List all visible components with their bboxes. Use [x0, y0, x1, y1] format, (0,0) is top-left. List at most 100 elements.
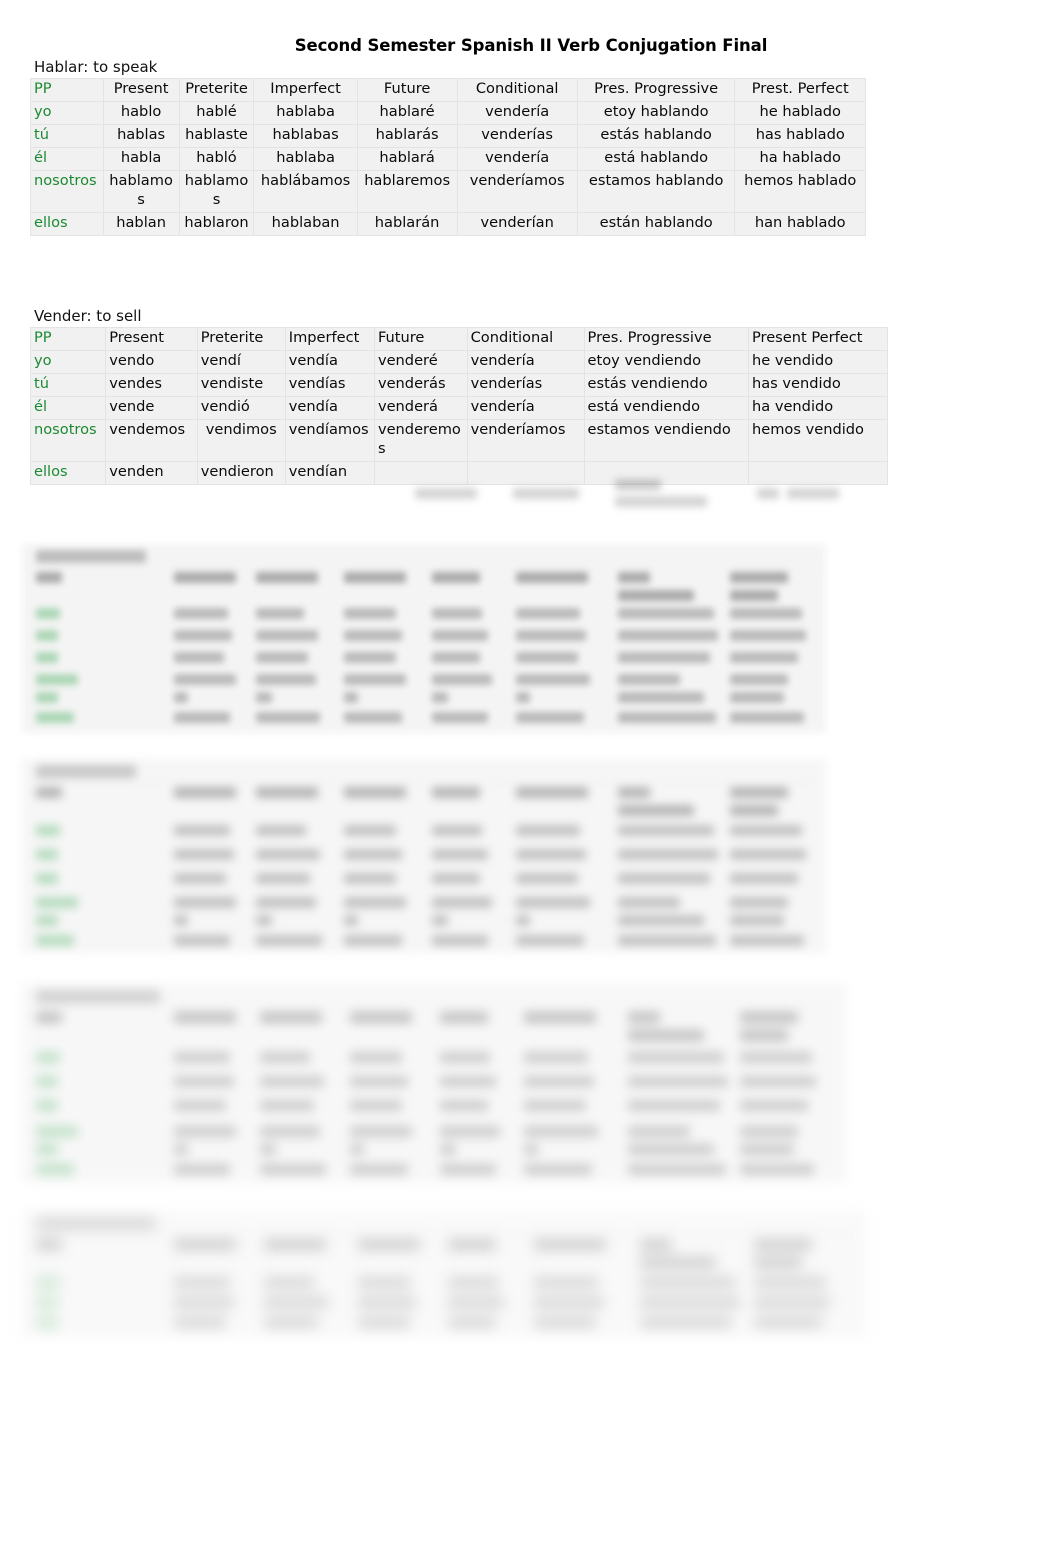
- cell-progressive: estás vendiendo: [583, 372, 749, 397]
- cell-preterite: vendiste: [196, 372, 286, 397]
- cell-preterite: hablé: [178, 100, 255, 125]
- verb-table-hablar: PP Present Preterite Imperfect Future Co…: [30, 78, 866, 236]
- cell-preterite: vendí: [196, 349, 286, 374]
- column-header-pres-progressive: Pres. Progressive: [576, 78, 736, 102]
- column-header-future: Future: [373, 327, 468, 351]
- verb-table-5-obscured: [23, 985, 845, 1182]
- cell-progressive: están hablando: [576, 211, 736, 236]
- cell-future: hablará: [356, 146, 458, 171]
- cell-pronoun: ellos: [30, 211, 104, 236]
- cell-imperfect: vendía: [284, 395, 375, 420]
- column-header-pp: PP: [29, 327, 107, 351]
- cell-pronoun: nosotros: [30, 169, 104, 213]
- table-row: yo vendo vendí vendía venderé vendería e…: [29, 349, 889, 374]
- cell-progressive: estamos hablando: [576, 169, 736, 213]
- column-header-imperfect: Imperfect: [284, 327, 375, 351]
- cell-future: hablaremos: [356, 169, 458, 213]
- cell-progressive: estás hablando: [576, 123, 736, 148]
- cell-conditional: vendería: [466, 395, 585, 420]
- cell-imperfect: vendía: [284, 349, 375, 374]
- cell-imperfect: vendías: [284, 372, 375, 397]
- cell-pronoun: yo: [29, 349, 107, 374]
- cell-perfect: has hablado: [734, 123, 866, 148]
- cell-imperfect: hablaba: [253, 146, 358, 171]
- cell-present: vende: [105, 395, 198, 420]
- cell-preterite: vendimos: [196, 418, 286, 462]
- verb-caption-vender: Vender: to sell: [34, 307, 142, 325]
- cell-present: habla: [102, 146, 180, 171]
- cell-preterite: hablaste: [178, 123, 255, 148]
- cell-present: vendo: [105, 349, 198, 374]
- verb-table-3-obscured: [23, 545, 825, 732]
- table-row: él vende vendió vendía venderá vendería …: [29, 395, 889, 420]
- table-row: él habla habló hablaba hablará vendería …: [30, 146, 866, 171]
- cell-conditional: venderías: [456, 123, 578, 148]
- cell-imperfect: hablaba: [253, 100, 358, 125]
- cell-preterite: habló: [178, 146, 255, 171]
- column-header-preterite: Preterite: [178, 78, 255, 102]
- column-header-present: Present: [102, 78, 180, 102]
- cell-present: hablas: [102, 123, 180, 148]
- table-row: yo hablo hablé hablaba hablaré vendería …: [30, 100, 866, 125]
- cell-conditional: vendería: [456, 100, 578, 125]
- cell-pronoun: tú: [29, 372, 107, 397]
- verb-caption-hablar: Hablar: to speak: [34, 58, 158, 76]
- cell-preterite: vendió: [196, 395, 286, 420]
- cell-conditional: vendería: [466, 349, 585, 374]
- cell-imperfect: hablabas: [253, 123, 358, 148]
- column-header-pp: PP: [30, 78, 104, 102]
- cell-progressive: está vendiendo: [583, 395, 749, 420]
- table-row: ellos hablan hablaron hablaban hablarán …: [30, 211, 866, 236]
- cell-imperfect: hablaban: [253, 211, 358, 236]
- cell-progressive: está hablando: [576, 146, 736, 171]
- cell-perfect: han hablado: [734, 211, 866, 236]
- column-header-preterite: Preterite: [196, 327, 286, 351]
- cell-perfect: ha vendido: [747, 395, 889, 420]
- cell-progressive: etoy vendiendo: [583, 349, 749, 374]
- cell-imperfect: hablábamos: [253, 169, 358, 213]
- cell-pronoun: él: [29, 395, 107, 420]
- table-row: tú vendes vendiste vendías venderás vend…: [29, 372, 889, 397]
- cell-future: hablaré: [356, 100, 458, 125]
- cell-preterite: hablaron: [178, 211, 255, 236]
- column-header-present: Present: [105, 327, 198, 351]
- cell-conditional: venderían: [456, 211, 578, 236]
- cell-perfect: hemos hablado: [734, 169, 866, 213]
- verb-table-4-obscured: [23, 760, 825, 952]
- cell-pronoun: yo: [30, 100, 104, 125]
- cell-progressive: etoy hablando: [576, 100, 736, 125]
- column-header-future: Future: [356, 78, 458, 102]
- verb-table-vender: PP Present Preterite Imperfect Future Co…: [29, 327, 889, 485]
- table-header-row: PP Present Preterite Imperfect Future Co…: [29, 327, 889, 351]
- cell-perfect: hemos vendido: [747, 418, 889, 462]
- cell-future: venderé: [373, 349, 468, 374]
- cell-present: hablan: [102, 211, 180, 236]
- table-row: tú hablas hablaste hablabas hablarás ven…: [30, 123, 866, 148]
- cell-imperfect: vendíamos: [284, 418, 375, 462]
- cell-preterite: hablamos: [178, 169, 255, 213]
- cell-preterite: vendieron: [196, 460, 286, 485]
- table-row: nosotros vendemos vendimos vendíamos ven…: [29, 418, 889, 462]
- column-header-pres-progressive: Pres. Progressive: [583, 327, 749, 351]
- cell-future: venderás: [373, 372, 468, 397]
- cell-perfect: he vendido: [747, 349, 889, 374]
- page-title: Second Semester Spanish II Verb Conjugat…: [294, 36, 768, 55]
- cell-conditional: vendería: [456, 146, 578, 171]
- cell-future: venderemos: [373, 418, 468, 462]
- cell-conditional: venderíamos: [466, 418, 585, 462]
- cell-pronoun: tú: [30, 123, 104, 148]
- cell-conditional: venderíamos: [456, 169, 578, 213]
- cell-present: vendemos: [105, 418, 198, 462]
- cell-perfect: he hablado: [734, 100, 866, 125]
- cell-present: hablo: [102, 100, 180, 125]
- column-header-conditional: Conditional: [466, 327, 585, 351]
- table-header-row: PP Present Preterite Imperfect Future Co…: [30, 78, 866, 102]
- cell-imperfect: vendían: [284, 460, 375, 485]
- cell-perfect: ha hablado: [734, 146, 866, 171]
- cell-future: hablarás: [356, 123, 458, 148]
- cell-perfect: has vendido: [747, 372, 889, 397]
- cell-present: hablamos: [102, 169, 180, 213]
- column-header-present-perfect: Prest. Perfect: [734, 78, 866, 102]
- cell-present: venden: [105, 460, 198, 485]
- document-page: Second Semester Spanish II Verb Conjugat…: [0, 0, 1062, 1556]
